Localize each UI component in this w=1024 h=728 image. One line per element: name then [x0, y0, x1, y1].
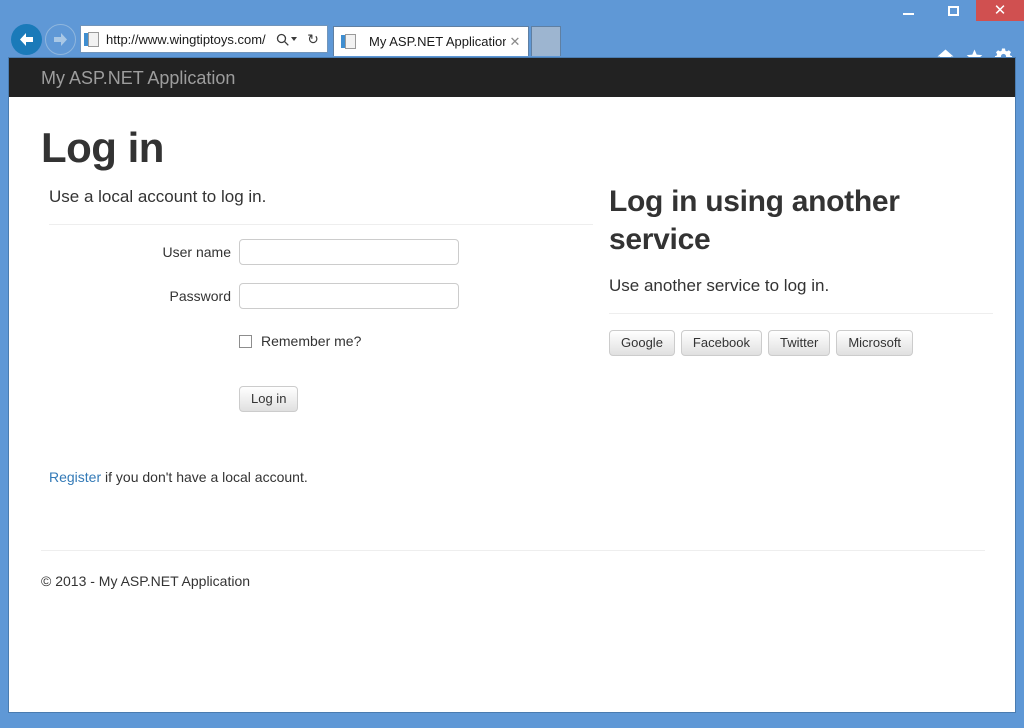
microsoft-login-button[interactable]: Microsoft — [836, 330, 913, 356]
close-button[interactable]: ✕ — [976, 0, 1024, 21]
login-row: Use a local account to log in. User name… — [41, 183, 985, 603]
external-login-section: Log in using another service Use another… — [609, 183, 993, 356]
remember-me-row: Remember me? — [49, 333, 593, 353]
window-controls: ✕ — [886, 0, 1024, 22]
local-login-divider — [49, 224, 593, 225]
facebook-login-button[interactable]: Facebook — [681, 330, 762, 356]
page-icon — [84, 31, 100, 48]
url-text[interactable]: http://www.wingtiptoys.com/ — [106, 32, 271, 47]
password-label: Password — [49, 288, 231, 304]
browser-toolbar: http://www.wingtiptoys.com/ ↻ My ASP.NET… — [0, 22, 1024, 57]
register-text: if you don't have a local account. — [101, 469, 308, 485]
maximize-icon — [948, 6, 959, 16]
tab-close-icon[interactable]: ✕ — [506, 34, 524, 50]
tab-favicon — [341, 33, 357, 50]
navbar-brand[interactable]: My ASP.NET Application — [41, 69, 235, 87]
maximize-button[interactable] — [931, 0, 976, 21]
minimize-button[interactable] — [886, 0, 931, 21]
new-tab-button[interactable] — [531, 26, 561, 56]
minimize-icon — [903, 13, 914, 15]
site-navbar: My ASP.NET Application — [9, 58, 1015, 97]
chevron-down-icon — [291, 37, 297, 41]
browser-tab[interactable]: My ASP.NET Application ✕ — [333, 26, 529, 56]
external-login-note: Use another service to log in. — [609, 276, 993, 296]
tab-title: My ASP.NET Application — [369, 34, 506, 49]
title-bar: ✕ — [0, 0, 1024, 22]
external-login-divider — [609, 313, 993, 314]
forward-button[interactable] — [45, 24, 76, 55]
back-button[interactable] — [11, 24, 42, 55]
search-icon[interactable] — [271, 27, 301, 51]
address-bar[interactable]: http://www.wingtiptoys.com/ ↻ — [80, 25, 328, 53]
page-footer: © 2013 - My ASP.NET Application — [41, 550, 985, 589]
refresh-icon[interactable]: ↻ — [301, 27, 325, 51]
login-button[interactable]: Log in — [239, 386, 298, 412]
page-title: Log in — [41, 125, 985, 171]
local-login-subtitle: Use a local account to log in. — [49, 187, 593, 207]
username-input[interactable] — [239, 239, 459, 265]
register-line: Register if you don't have a local accou… — [49, 469, 593, 485]
remember-me-label[interactable]: Remember me? — [261, 333, 361, 349]
back-arrow-icon — [18, 32, 35, 47]
register-link[interactable]: Register — [49, 469, 101, 485]
username-label: User name — [49, 244, 231, 260]
copyright-text: © 2013 - My ASP.NET Application — [41, 573, 985, 589]
twitter-login-button[interactable]: Twitter — [768, 330, 830, 356]
username-form-group: User name — [49, 239, 593, 269]
external-login-title: Log in using another service — [609, 183, 993, 258]
forward-arrow-icon — [52, 32, 69, 47]
external-services-row: Google Facebook Twitter Microsoft — [609, 330, 993, 356]
page-container: Log in Use a local account to log in. Us… — [9, 125, 1015, 603]
close-icon: ✕ — [994, 3, 1007, 18]
local-login-section: Use a local account to log in. User name… — [49, 183, 593, 485]
footer-divider — [41, 550, 985, 551]
magnifier-glyph — [276, 33, 289, 46]
browser-window: ✕ http://www.wingtiptoys.com/ — [0, 0, 1024, 728]
submit-row: Log in — [49, 386, 593, 416]
remember-me-checkbox[interactable] — [239, 335, 252, 348]
google-login-button[interactable]: Google — [609, 330, 675, 356]
password-input[interactable] — [239, 283, 459, 309]
page-viewport: My ASP.NET Application Log in Use a loca… — [8, 57, 1016, 713]
password-form-group: Password — [49, 283, 593, 313]
